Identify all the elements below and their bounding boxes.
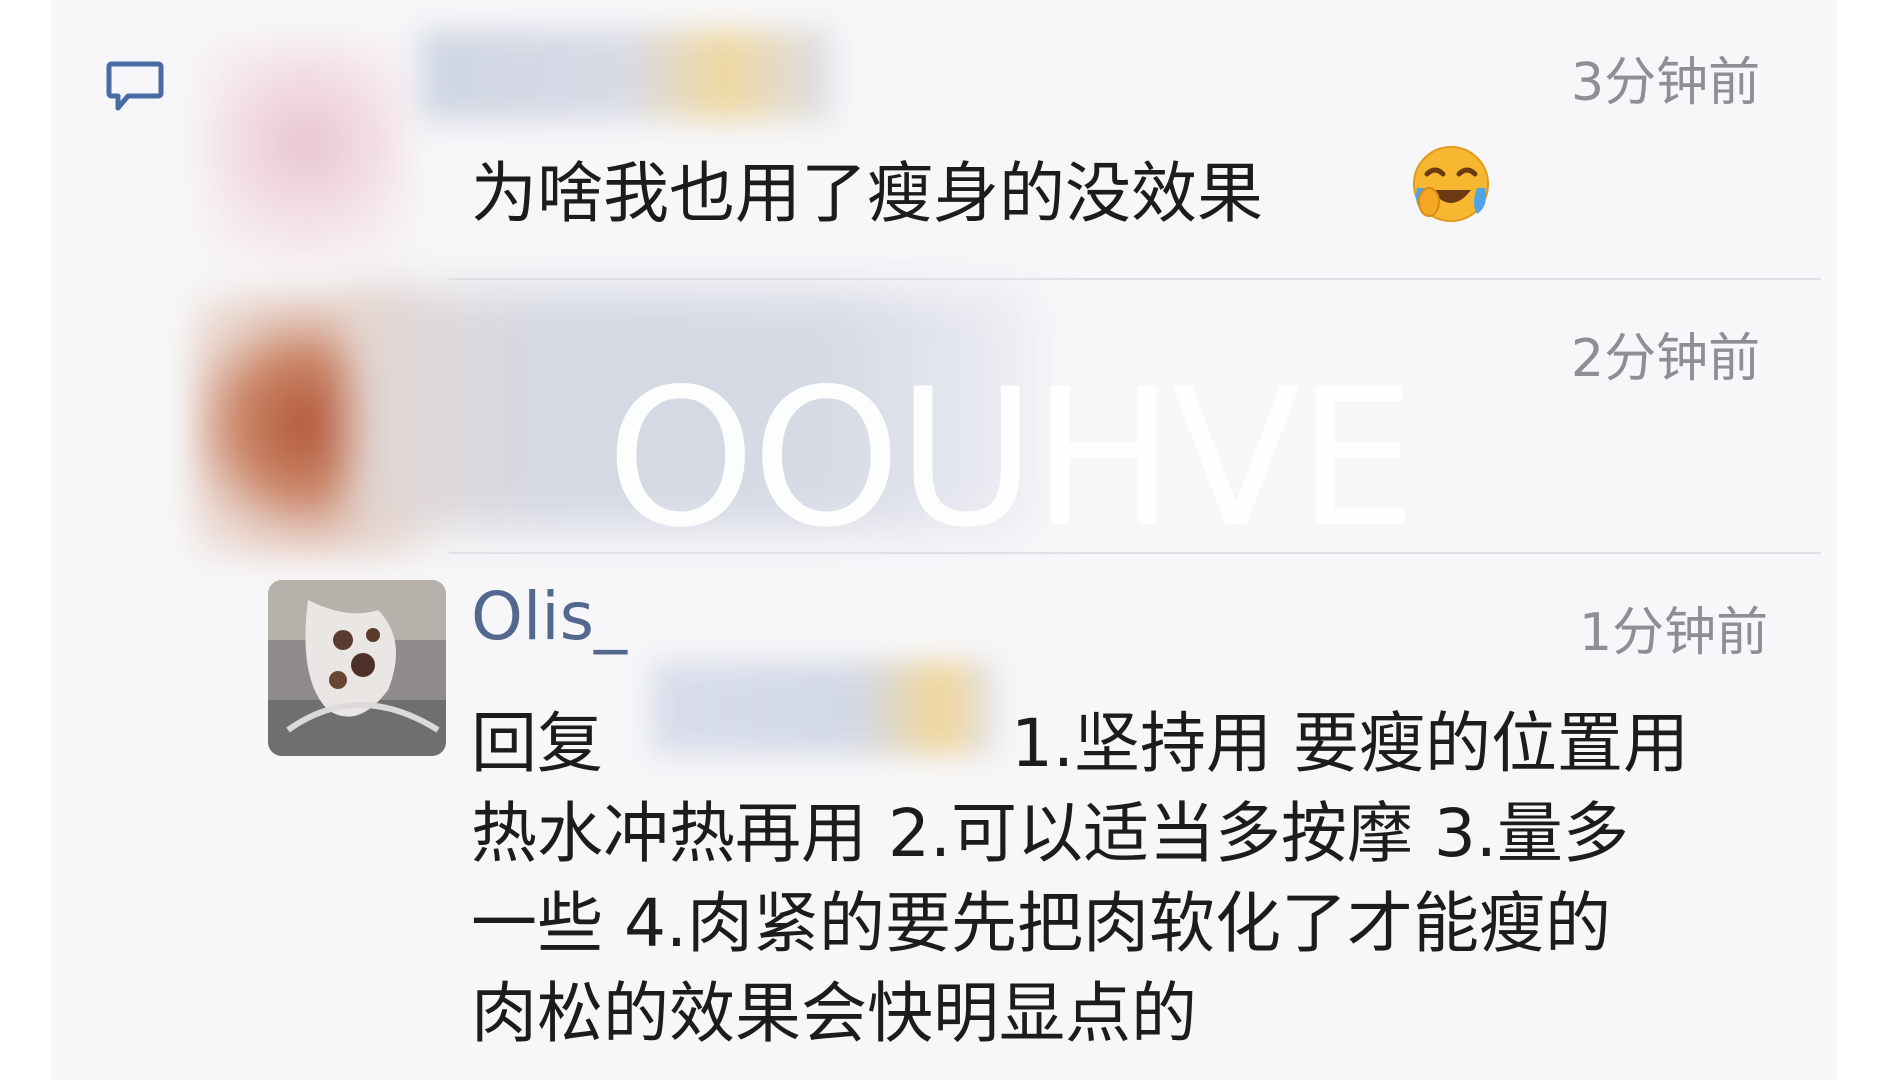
divider: [449, 552, 1821, 554]
face-with-tears-of-joy-emoji: [1413, 146, 1489, 222]
comment-text: 为啥我也用了瘦身的没效果: [471, 155, 1263, 232]
watermark: OOUHVE: [606, 348, 1417, 569]
username-blurred[interactable]: [421, 30, 831, 120]
divider: [449, 278, 1821, 280]
reply-target-username-blurred[interactable]: [651, 662, 996, 754]
comment-timestamp: 3分钟前: [1571, 53, 1761, 113]
avatar-blurred[interactable]: [201, 40, 411, 270]
reply-prefix: 回复: [471, 705, 603, 782]
username[interactable]: Olis_: [471, 578, 627, 655]
reply-text-line: 热水冲热再用 2.可以适当多按摩 3.量多: [471, 795, 1629, 872]
reply-text-line: 1.坚持用 要瘦的位置用: [1011, 705, 1689, 782]
comment-timestamp: 1分钟前: [1579, 603, 1769, 663]
comment-panel: 3分钟前 为啥我也用了瘦身的没效果 2分钟前 OOUHVE Olis_ 1分钟前…: [51, 0, 1837, 1080]
comment-bubble-icon[interactable]: [106, 58, 164, 114]
comment-timestamp: 2分钟前: [1571, 329, 1761, 389]
reply-text-line: 肉松的效果会快明显点的: [471, 975, 1197, 1052]
avatar[interactable]: [268, 580, 446, 756]
reply-text-line: 一些 4.肉紧的要先把肉软化了才能瘦的: [471, 885, 1611, 962]
